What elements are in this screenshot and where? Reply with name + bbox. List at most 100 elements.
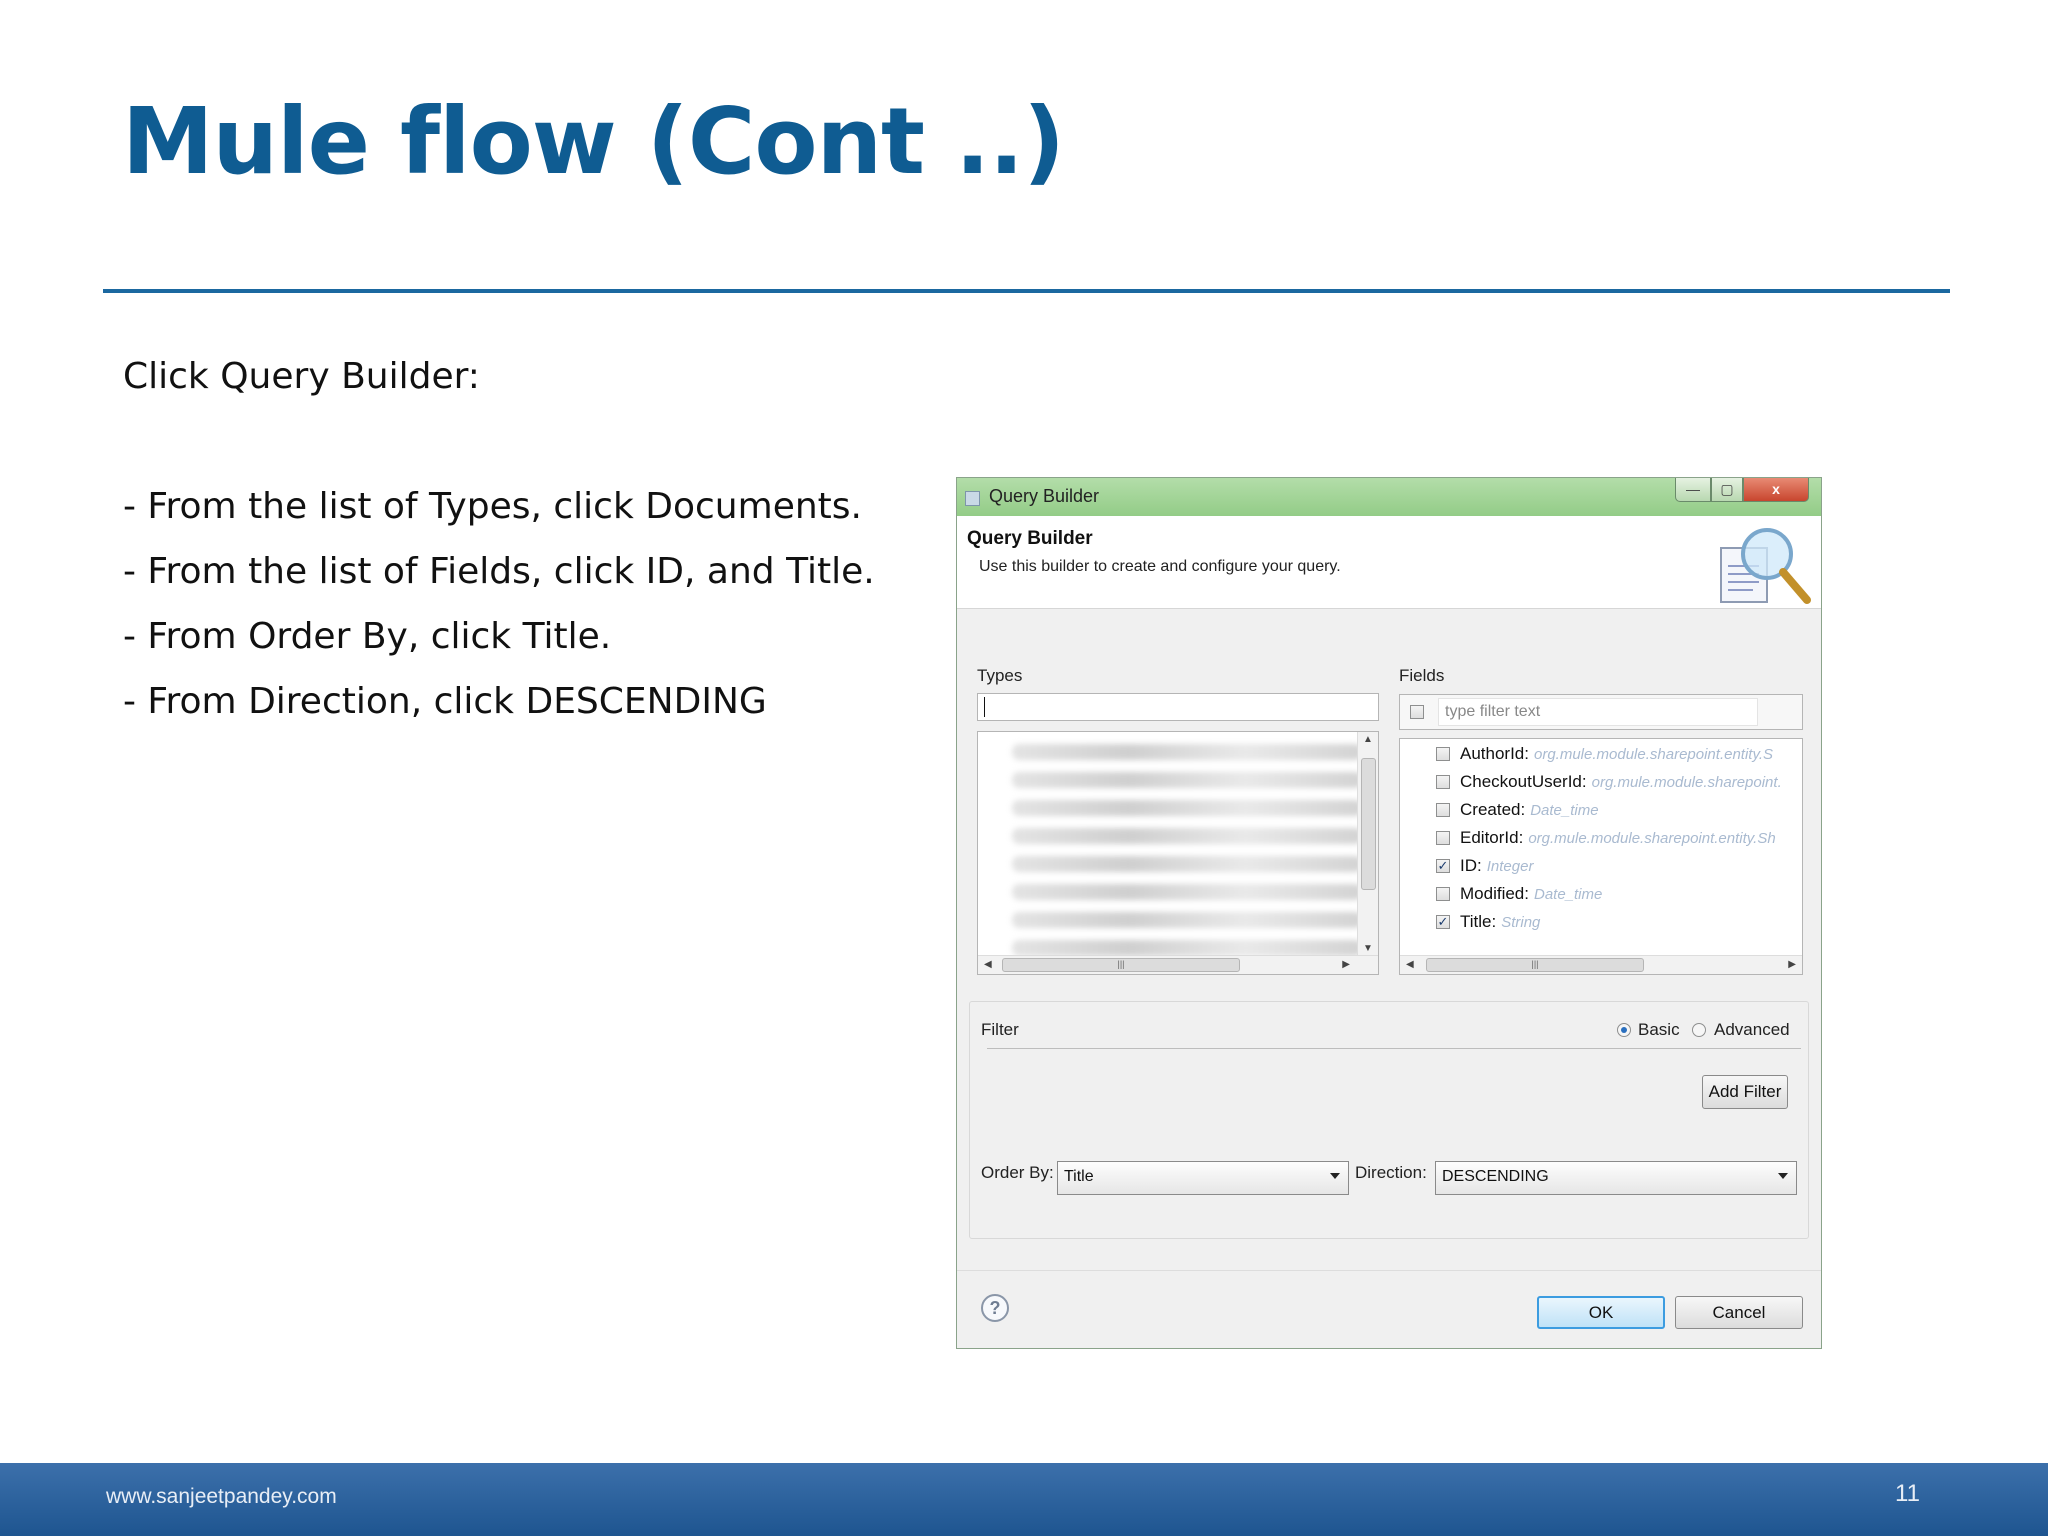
filter-section [969, 1001, 1809, 1239]
page-number: 11 [1895, 1480, 1920, 1507]
field-type: Integer [1486, 858, 1534, 875]
scroll-left-arrow-icon[interactable]: ◀ [1406, 959, 1414, 970]
field-type: Date_time [1533, 886, 1603, 903]
instruction-step: - From Order By, click Title. [123, 616, 612, 657]
add-filter-button[interactable]: Add Filter [1702, 1075, 1788, 1109]
filter-label: Filter [981, 1020, 1019, 1039]
footer-url: www.sanjeetpandey.com [106, 1485, 337, 1508]
field-label: ID: Integer [1460, 856, 1533, 876]
field-checkbox[interactable]: ✓ [1436, 859, 1450, 873]
field-type: Date_time [1530, 802, 1599, 819]
scroll-thumb[interactable]: ||| [1002, 958, 1240, 972]
cancel-button[interactable]: Cancel [1675, 1296, 1803, 1329]
scroll-thumb[interactable]: ||| [1426, 958, 1644, 972]
list-item[interactable] [1012, 772, 1362, 788]
list-item[interactable] [1012, 744, 1362, 760]
fields-horizontal-scrollbar[interactable]: ◀ ||| ▶ [1400, 955, 1802, 974]
scroll-right-arrow-icon[interactable]: ▶ [1788, 959, 1796, 970]
types-filter-input[interactable] [977, 693, 1379, 721]
basic-radio-label[interactable]: Basic [1638, 1020, 1680, 1040]
list-item[interactable] [1012, 828, 1362, 844]
scroll-up-arrow-icon[interactable]: ▲ [1363, 734, 1373, 745]
dialog-header: Query Builder Use this builder to create… [957, 516, 1821, 609]
order-by-value: Title [1064, 1168, 1094, 1185]
field-checkbox[interactable] [1436, 747, 1450, 761]
scroll-left-arrow-icon[interactable]: ◀ [984, 959, 992, 970]
instruction-step: - From the list of Fields, click ID, and… [123, 551, 875, 592]
advanced-radio-label[interactable]: Advanced [1714, 1020, 1790, 1040]
fields-filter-input[interactable]: type filter text [1438, 698, 1758, 726]
maximize-button[interactable]: ▢ [1711, 478, 1743, 502]
order-by-select[interactable]: Title [1057, 1161, 1349, 1195]
field-label: Modified: Date_time [1460, 884, 1602, 904]
title-divider [103, 289, 1950, 293]
types-vertical-scrollbar[interactable]: ▲ ▼ [1357, 732, 1378, 956]
list-item[interactable] [1012, 856, 1362, 872]
field-name: Title: [1460, 912, 1497, 931]
scroll-right-arrow-icon[interactable]: ▶ [1342, 959, 1350, 970]
field-checkbox[interactable]: ✓ [1436, 915, 1450, 929]
field-type: org.mule.module.sharepoint. [1591, 774, 1782, 791]
fields-filter-box: type filter text [1399, 694, 1803, 730]
field-name: AuthorId: [1460, 744, 1529, 763]
window-icon [965, 491, 980, 506]
slide-footer: www.sanjeetpandey.com 11 [0, 1463, 2048, 1536]
filter-divider [987, 1048, 1801, 1049]
chevron-down-icon [1330, 1173, 1340, 1179]
intro-text: Click Query Builder: [123, 356, 480, 397]
types-list[interactable]: ▲ ▼ ◀ ||| ▶ [977, 731, 1379, 975]
field-label: EditorId: org.mule.module.sharepoint.enti… [1460, 828, 1776, 848]
dialog-heading: Query Builder [967, 528, 1093, 549]
help-icon[interactable]: ? [981, 1294, 1009, 1322]
chevron-down-icon [1778, 1173, 1788, 1179]
field-label: Created: Date_time [1460, 800, 1599, 820]
select-all-checkbox[interactable] [1410, 705, 1424, 719]
field-type: String [1501, 914, 1541, 931]
field-name: CheckoutUserId: [1460, 772, 1587, 791]
ok-button[interactable]: OK [1537, 1296, 1665, 1329]
field-name: ID: [1460, 856, 1482, 875]
field-name: EditorId: [1460, 828, 1524, 847]
types-label: Types [977, 666, 1023, 685]
button-bar-divider [957, 1270, 1821, 1271]
field-label: CheckoutUserId: org.mule.module.sharepoin… [1460, 772, 1782, 792]
field-label: AuthorId: org.mule.module.sharepoint.enti… [1460, 744, 1773, 764]
list-item[interactable] [1012, 884, 1362, 900]
list-item[interactable] [1012, 940, 1362, 956]
close-button[interactable]: x [1743, 478, 1809, 502]
basic-radio[interactable] [1617, 1023, 1631, 1037]
fields-list[interactable]: AuthorId: org.mule.module.sharepoint.enti… [1399, 738, 1803, 975]
field-checkbox[interactable] [1436, 831, 1450, 845]
field-name: Created: [1460, 800, 1526, 819]
direction-select[interactable]: DESCENDING [1435, 1161, 1797, 1195]
dialog-subheading: Use this builder to create and configure… [979, 558, 1341, 575]
fields-label: Fields [1399, 666, 1445, 685]
advanced-radio[interactable] [1692, 1023, 1706, 1037]
field-checkbox[interactable] [1436, 803, 1450, 817]
fields-filter-placeholder: type filter text [1445, 703, 1541, 720]
direction-label: Direction: [1355, 1163, 1427, 1182]
slide-title: Mule flow (Cont ..) [122, 88, 1065, 195]
scroll-thumb[interactable] [1361, 758, 1376, 890]
field-label: Title: String [1460, 912, 1540, 932]
field-name: Modified: [1460, 884, 1529, 903]
scroll-down-arrow-icon[interactable]: ▼ [1363, 943, 1373, 954]
field-checkbox[interactable] [1436, 775, 1450, 789]
dialog-titlebar[interactable]: Query Builder — ▢ x [957, 478, 1821, 516]
field-type: org.mule.module.sharepoint.entity.Sh [1528, 830, 1776, 847]
window-title: Query Builder [989, 486, 1100, 506]
types-horizontal-scrollbar[interactable]: ◀ ||| ▶ [978, 955, 1378, 974]
list-item[interactable] [1012, 912, 1362, 928]
magnifier-document-icon [1720, 528, 1811, 604]
instruction-step: - From the list of Types, click Document… [123, 486, 862, 527]
instruction-step: - From Direction, click DESCENDING [123, 681, 767, 722]
instruction-list: - From the list of Types, click Document… [123, 474, 875, 734]
query-builder-dialog: Query Builder — ▢ x Query Builder Use th… [956, 477, 1822, 1349]
minimize-button[interactable]: — [1675, 478, 1711, 502]
list-item[interactable] [1012, 800, 1362, 816]
text-cursor [984, 697, 985, 717]
direction-value: DESCENDING [1442, 1168, 1549, 1185]
order-by-label: Order By: [981, 1163, 1054, 1182]
field-checkbox[interactable] [1436, 887, 1450, 901]
field-type: org.mule.module.sharepoint.entity.S [1534, 746, 1774, 763]
